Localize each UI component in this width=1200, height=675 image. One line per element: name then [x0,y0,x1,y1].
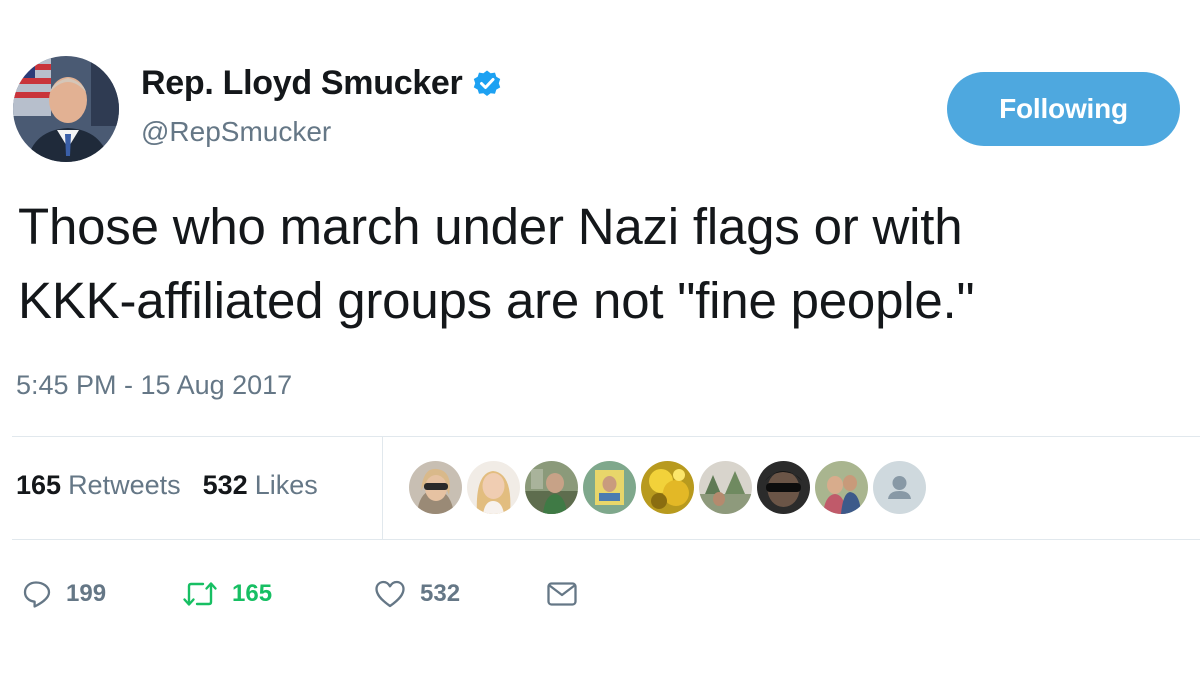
divider [12,539,1200,540]
tweet-text-line: Those who march under Nazi flags or with [18,198,963,255]
liker-avatar-yellow [641,461,694,514]
retweet-button[interactable]: 165 [182,579,374,609]
liker-avatar[interactable] [757,461,810,514]
liker-avatar-green [525,461,578,514]
liker-avatar-sunglasses [409,461,462,514]
retweets-label: Retweets [68,470,181,500]
liker-avatar-outdoor [699,461,752,514]
retweets-count: 165 [16,470,62,500]
direct-message-button[interactable] [546,580,578,608]
like-count: 532 [420,580,461,607]
reply-icon [23,581,51,608]
liker-avatar[interactable] [583,461,636,514]
likes-count: 532 [202,470,248,500]
divider [12,436,1200,437]
retweet-icon [183,582,217,606]
tweet-text: Those who march under Nazi flags or with… [18,190,1198,338]
profile-photo [13,56,119,162]
author-handle[interactable]: @RepSmucker [141,116,331,148]
tweet-actions: 199 165 532 [22,574,578,614]
liker-avatars [409,461,926,514]
heart-icon [375,580,405,608]
liker-avatar[interactable] [467,461,520,514]
liker-avatar[interactable] [873,461,926,514]
reply-button[interactable]: 199 [22,579,182,609]
liker-avatar-blonde [467,461,520,514]
like-button[interactable]: 532 [374,579,546,609]
retweets-stat[interactable]: 165 Retweets [16,470,181,501]
liker-avatar-group [815,461,868,514]
stats-divider [382,437,383,539]
author-display-name[interactable]: Rep. Lloyd Smucker [141,64,463,103]
liker-avatar-dark [757,461,810,514]
following-button[interactable]: Following [947,72,1180,146]
liker-avatar-default [873,461,926,514]
liker-avatar[interactable] [409,461,462,514]
envelope-icon [547,582,577,606]
author-avatar[interactable] [13,56,119,162]
liker-avatar-photo [583,461,636,514]
liker-avatar[interactable] [699,461,752,514]
liker-avatar[interactable] [525,461,578,514]
author-name-row[interactable]: Rep. Lloyd Smucker [141,64,502,103]
likes-stat[interactable]: 532 Likes [203,470,318,501]
tweet-timestamp[interactable]: 5:45 PM - 15 Aug 2017 [16,370,292,401]
tweet-text-line: KKK-affiliated groups are not "fine peop… [18,272,975,329]
liker-avatar[interactable] [641,461,694,514]
reply-count: 199 [66,580,107,607]
verified-badge-icon [474,70,501,96]
likes-label: Likes [254,470,318,500]
liker-avatar[interactable] [815,461,868,514]
tweet-stats: 165 Retweets 532 Likes [16,470,318,501]
retweet-count: 165 [232,580,273,607]
